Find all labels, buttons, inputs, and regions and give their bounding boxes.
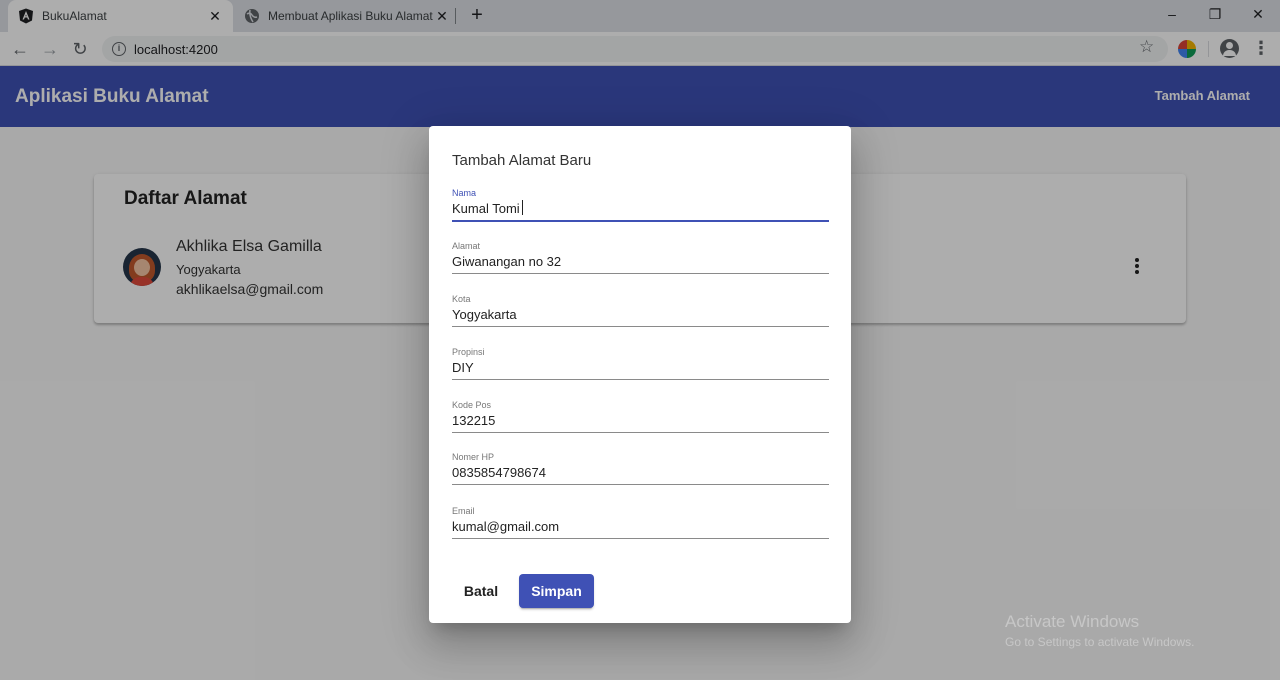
windows-activation-watermark: Activate Windows Go to Settings to activ… <box>1005 612 1194 649</box>
field-label: Alamat <box>452 241 481 251</box>
cancel-button[interactable]: Batal <box>459 575 503 607</box>
save-button[interactable]: Simpan <box>519 574 594 608</box>
field-label: Email <box>452 506 475 516</box>
kode-pos-field[interactable]: Kode Pos <box>452 400 829 444</box>
kota-field[interactable]: Kota <box>452 294 829 338</box>
email-field[interactable]: Email <box>452 506 829 550</box>
field-underline <box>452 484 829 485</box>
text-caret <box>522 200 523 215</box>
field-label: Kota <box>452 294 471 304</box>
email-input[interactable] <box>452 519 829 534</box>
nama-field[interactable]: Nama <box>452 188 829 232</box>
field-underline <box>452 273 829 274</box>
add-address-dialog: Tambah Alamat Baru Nama Alamat Kota Prop… <box>429 126 851 623</box>
alamat-field[interactable]: Alamat <box>452 241 829 285</box>
watermark-line1: Activate Windows <box>1005 612 1140 631</box>
field-label: Nomer HP <box>452 452 495 462</box>
field-label: Nama <box>452 188 477 198</box>
field-underline <box>452 379 829 380</box>
watermark-line2: Go to Settings to activate Windows. <box>1005 635 1195 649</box>
field-label: Propinsi <box>452 347 485 357</box>
dialog-title: Tambah Alamat Baru <box>452 152 592 169</box>
nomer-hp-field[interactable]: Nomer HP <box>452 452 829 496</box>
propinsi-input[interactable] <box>452 360 829 375</box>
field-label: Kode Pos <box>452 400 492 410</box>
kode-pos-input[interactable] <box>452 413 829 428</box>
nomer-hp-input[interactable] <box>452 465 829 480</box>
nama-input[interactable] <box>452 201 829 216</box>
alamat-input[interactable] <box>452 254 829 269</box>
field-underline <box>452 432 829 433</box>
kota-input[interactable] <box>452 307 829 322</box>
field-underline <box>452 326 829 327</box>
field-underline <box>452 538 829 539</box>
propinsi-field[interactable]: Propinsi <box>452 347 829 391</box>
field-underline <box>452 220 829 222</box>
